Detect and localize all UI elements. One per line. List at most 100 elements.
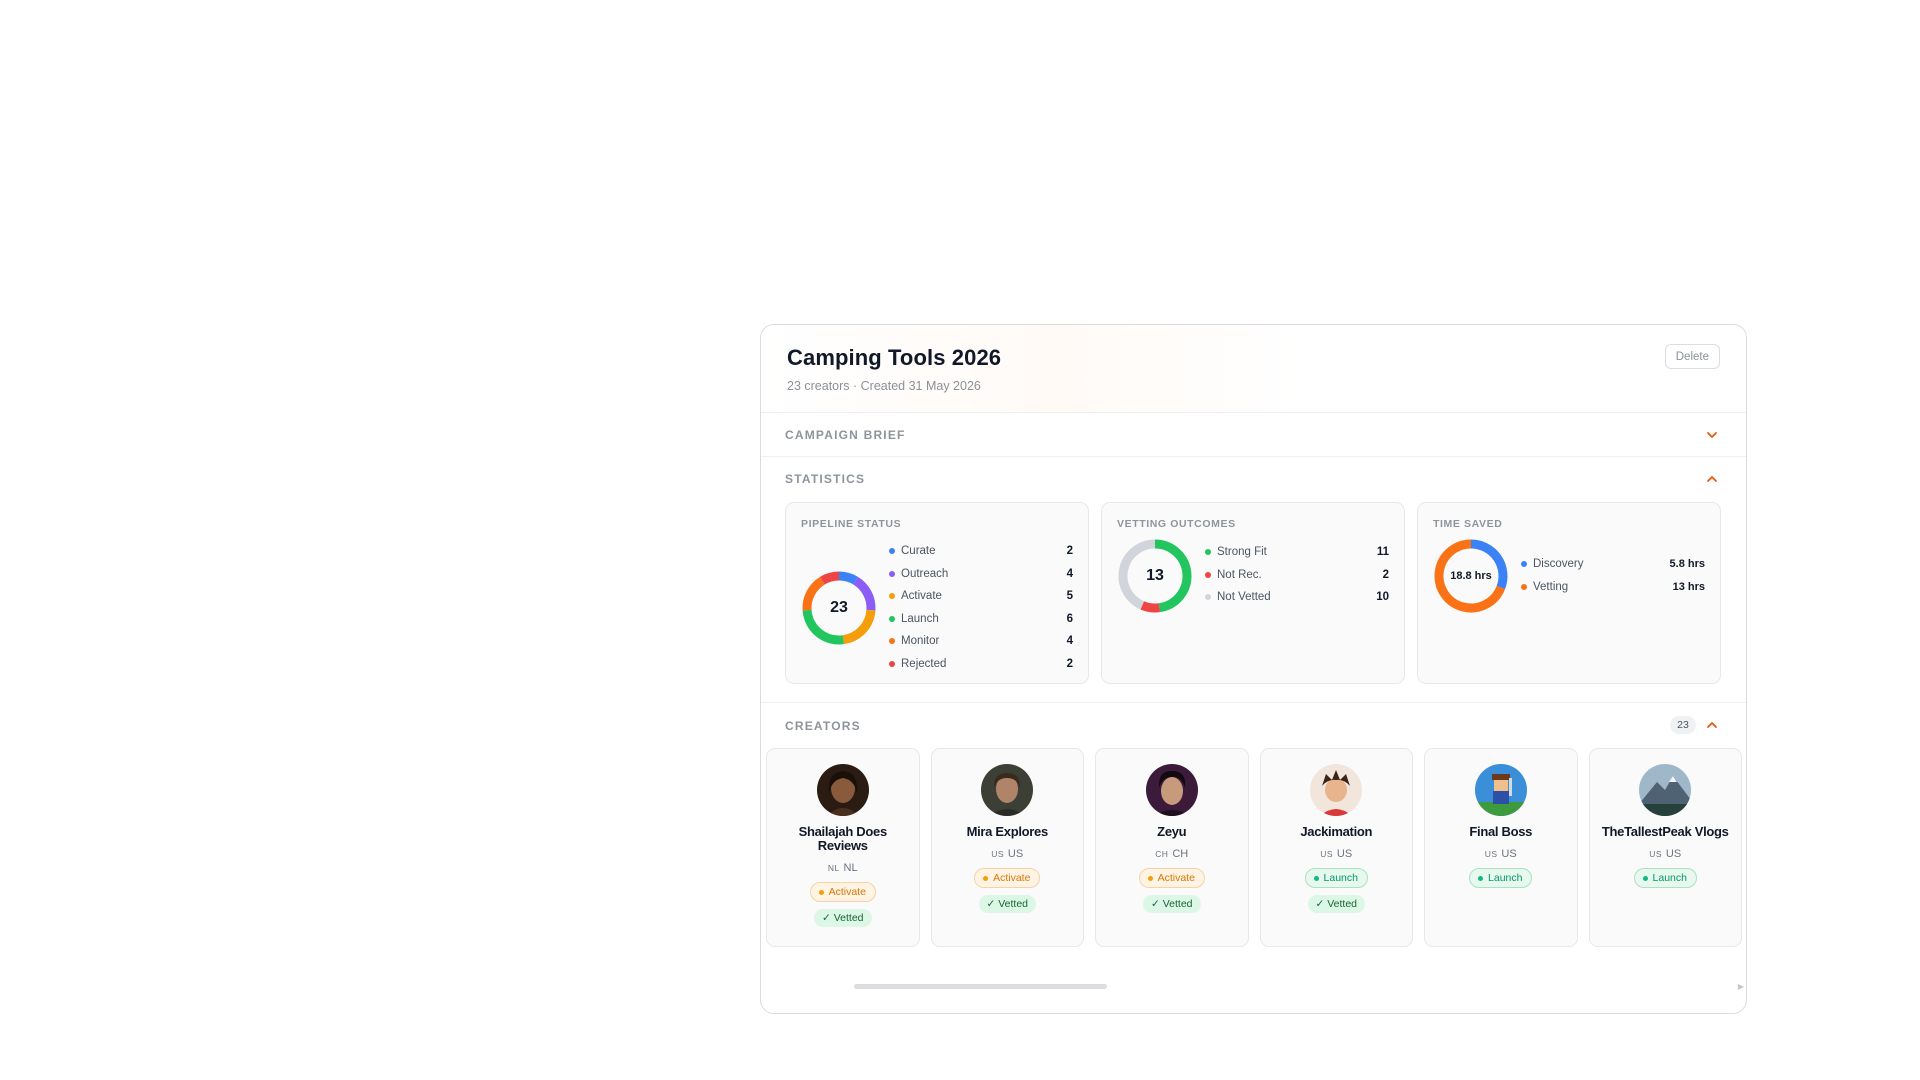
vetted-badge: ✓ Vetted [1143, 895, 1201, 913]
country-flag-icon: US [1649, 849, 1662, 859]
vetting-total: 13 [1146, 567, 1164, 584]
creator-cards-row: Shailajah Does Reviews NL NL Activate ✓ Vett… [761, 748, 1746, 947]
legend-label: Not Vetted [1217, 591, 1271, 604]
legend-value: 2 [1382, 568, 1389, 581]
creator-card[interactable]: Mira Explores US US Activate ✓ Vetted [930, 748, 1084, 947]
legend-label: Discovery [1533, 558, 1584, 571]
country-code: NL [843, 862, 858, 874]
time-total: 18.8 hrs [1450, 570, 1492, 582]
campaign-subtitle: 23 creators · Created 31 May 2026 [787, 379, 981, 393]
scroll-right-icon[interactable]: ▶ [1738, 982, 1744, 991]
creator-name: Zeyu [1157, 824, 1187, 839]
legend-value: 2 [1066, 657, 1073, 670]
horizontal-scrollbar[interactable]: ▶ [761, 981, 1746, 991]
legend-value: 11 [1376, 546, 1389, 559]
statistics-section[interactable]: STATISTICS [761, 457, 1746, 501]
vetting-outcomes-title: VETTING OUTCOMES [1117, 518, 1236, 530]
pipeline-total: 23 [830, 598, 848, 616]
time-saved-title: TIME SAVED [1433, 518, 1503, 530]
creator-card[interactable]: Shailajah Does Reviews NL NL Activate ✓ Vett… [766, 748, 920, 947]
creator-card[interactable]: Jackimation US US Launch ✓ Vetted [1259, 748, 1413, 947]
country-flag-icon: US [1484, 849, 1498, 859]
creator-card[interactable]: TheTallestPeak Vlogs US US Launch [1588, 748, 1742, 947]
stage-label: Launch [1488, 872, 1523, 884]
delete-button[interactable]: Delete [1664, 344, 1720, 369]
time-legend: Discovery 5.8 hrs Vetting 13 hrs [1521, 553, 1705, 598]
vetting-donut: 13 [1117, 538, 1193, 614]
legend-label: Rejected [901, 657, 947, 670]
pipeline-legend-item: Outreach 4 [889, 563, 1073, 586]
vetting-legend: Strong Fit 11 Not Rec. 2 Not Vetted 10 [1205, 541, 1389, 609]
legend-dot-icon [889, 660, 895, 667]
country-flag-icon: NL [827, 863, 840, 873]
time-legend-item: Discovery 5.8 hrs [1521, 553, 1705, 576]
status-dot-icon [1147, 875, 1153, 881]
creator-name: Jackimation [1300, 824, 1373, 839]
legend-value: 6 [1066, 612, 1073, 625]
stage-label: Activate [993, 872, 1031, 884]
chevron-up-icon[interactable] [1704, 471, 1720, 487]
legend-value: 13 hrs [1672, 580, 1705, 593]
scrollbar-thumb[interactable] [854, 984, 1107, 989]
vetted-badge: ✓ Vetted [1307, 895, 1365, 913]
legend-label: Outreach [901, 567, 949, 580]
avatar [1474, 764, 1527, 816]
avatar [816, 764, 869, 816]
pipeline-donut: 23 [801, 570, 877, 646]
country-code: CH [1172, 848, 1189, 860]
country-code: US [1007, 848, 1024, 860]
creator-card[interactable]: Final Boss US US Launch [1424, 748, 1578, 947]
campaign-brief-label: CAMPAIGN BRIEF [785, 427, 906, 442]
avatar [1310, 764, 1363, 816]
vetting-legend-item: Strong Fit 11 [1205, 541, 1389, 564]
stage-label: Launch [1323, 872, 1358, 884]
creator-country: NL NL [828, 862, 858, 874]
chevron-down-icon[interactable] [1704, 427, 1720, 443]
country-code: US [1501, 848, 1517, 860]
legend-value: 10 [1376, 591, 1389, 604]
legend-dot-icon [889, 638, 895, 645]
stage-label: Activate [1157, 872, 1195, 884]
campaign-panel: Camping Tools 2026 23 creators · Created… [760, 324, 1747, 1014]
stage-badge: Launch [1633, 868, 1697, 888]
legend-dot-icon [1205, 571, 1211, 578]
chevron-up-icon[interactable] [1704, 717, 1720, 733]
legend-value: 5.8 hrs [1669, 558, 1705, 571]
pipeline-legend-item: Activate 5 [889, 585, 1073, 608]
campaign-brief-section[interactable]: CAMPAIGN BRIEF [761, 413, 1746, 457]
legend-dot-icon [889, 593, 895, 600]
creator-card[interactable]: Zeyu CH CH Activate ✓ Vetted [1095, 748, 1249, 947]
stage-label: Activate [828, 886, 866, 898]
vetted-badge: ✓ Vetted [814, 909, 872, 927]
vetting-outcomes-card: VETTING OUTCOMES 13 Strong Fit 11 Not Rec.… [1101, 502, 1405, 684]
legend-dot-icon [889, 570, 895, 577]
legend-dot-icon [1521, 561, 1527, 568]
stage-badge: Launch [1469, 868, 1533, 888]
status-dot-icon [1642, 875, 1648, 881]
time-saved-card: TIME SAVED 18.8 hrs Discovery 5.8 hrs Vett… [1417, 502, 1721, 684]
stage-badge: Activate [809, 882, 876, 902]
creator-country: US US [1649, 848, 1681, 860]
legend-label: Strong Fit [1217, 546, 1267, 559]
legend-dot-icon [1521, 583, 1527, 590]
time-legend-item: Vetting 13 hrs [1521, 576, 1705, 599]
avatar [1639, 764, 1692, 816]
legend-label: Launch [901, 612, 939, 625]
creator-name: Final Boss [1469, 824, 1533, 839]
legend-value: 5 [1066, 590, 1073, 603]
creator-country: US US [1320, 848, 1352, 860]
statistics-label: STATISTICS [785, 472, 866, 486]
status-dot-icon [1313, 875, 1319, 881]
pipeline-legend-item: Curate 2 [889, 540, 1073, 563]
stage-badge: Activate [974, 868, 1041, 888]
stage-badge: Launch [1304, 868, 1368, 888]
vetted-badge: ✓ Vetted [978, 895, 1036, 913]
country-code: US [1336, 848, 1353, 860]
avatar [981, 764, 1034, 816]
legend-label: Curate [901, 545, 936, 558]
pipeline-legend-item: Monitor 4 [889, 630, 1073, 653]
pipeline-status-title: PIPELINE STATUS [801, 518, 902, 530]
legend-dot-icon [889, 615, 895, 622]
legend-label: Monitor [901, 635, 940, 648]
creators-section[interactable]: CREATORS 23 [761, 703, 1746, 748]
